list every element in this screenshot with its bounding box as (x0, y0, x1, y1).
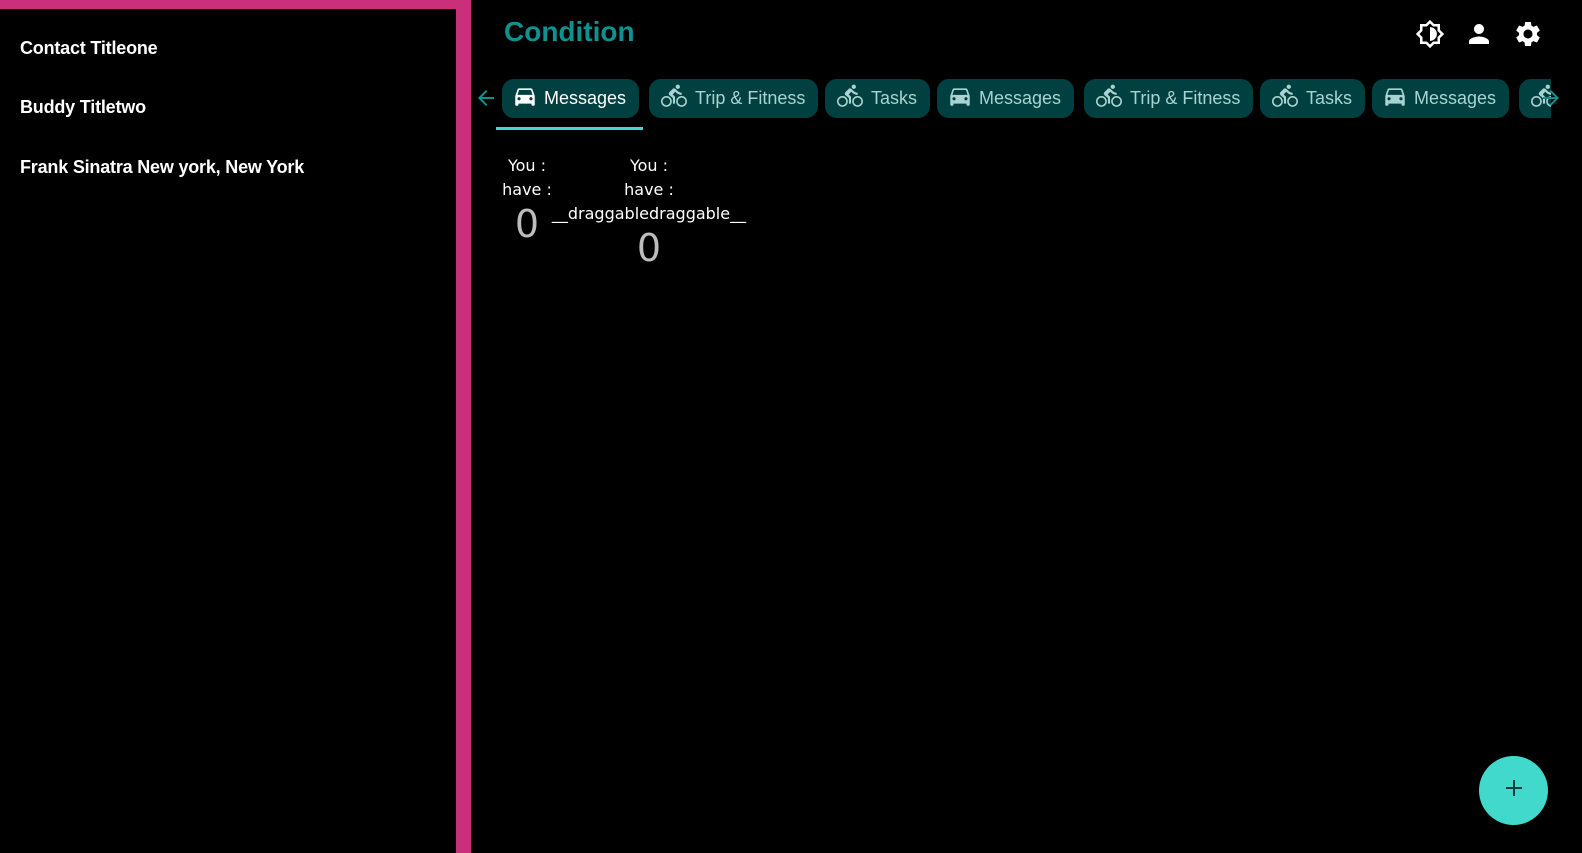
tab-label: Tasks (871, 88, 918, 108)
add-button[interactable] (1479, 756, 1548, 825)
car-icon (512, 83, 538, 114)
counter-value: 0 (636, 226, 662, 270)
contact-item-titleone[interactable]: Contact Titleone (20, 38, 158, 59)
contact-item-frank-sinatra[interactable]: Frank Sinatra New york, New York (20, 157, 304, 178)
tab-tasks-2[interactable]: Tasks (1260, 79, 1366, 118)
counter-label-you: You : (629, 156, 669, 175)
car-icon (1382, 83, 1408, 114)
tab-label: Tasks (1306, 88, 1353, 108)
bicycle-icon (659, 83, 689, 114)
tab-tasks[interactable]: Tasks (825, 79, 931, 118)
tab-trip-fitness-2[interactable]: Trip & Fitness (1084, 79, 1254, 118)
tab-bar: Messages Trip & Fitness Tasks Messages T… (471, 72, 1582, 132)
plus-icon (1502, 776, 1526, 805)
car-icon (947, 83, 973, 114)
tab-label: Trip & Fitness (695, 88, 806, 108)
counter-label-have: have : (502, 180, 552, 199)
brightness-icon[interactable] (1414, 18, 1446, 50)
active-tab-indicator (496, 127, 643, 130)
page-title: Condition (504, 16, 635, 47)
counter-value: 0 (514, 202, 540, 246)
draggable-label[interactable]: __draggabledraggable__ (549, 202, 749, 226)
counter-label-have: have : (624, 180, 674, 199)
account-icon[interactable] (1463, 18, 1495, 50)
counter-widget-2[interactable]: You : have : __draggabledraggable__ 0 (549, 154, 749, 268)
tab-label: Messages (544, 88, 627, 108)
scroll-left-arrow-icon[interactable] (474, 86, 498, 110)
bicycle-icon (1270, 83, 1300, 114)
tab-label: Messages (979, 88, 1062, 108)
tab-messages-2[interactable]: Messages (937, 79, 1075, 118)
bicycle-icon (1094, 83, 1124, 114)
tab-messages-3[interactable]: Messages (1372, 79, 1510, 118)
settings-icon[interactable] (1512, 18, 1544, 50)
counter-label-you: You : (507, 156, 547, 175)
tab-trip-fitness[interactable]: Trip & Fitness (649, 79, 819, 118)
main-panel: Condition Messages Trip & Fitness Tasks … (471, 0, 1582, 853)
contacts-sidebar: Contact Titleone Buddy Titletwo Frank Si… (0, 0, 471, 853)
tabs-viewport: Messages Trip & Fitness Tasks Messages T… (501, 72, 1551, 132)
contact-item-titletwo[interactable]: Buddy Titletwo (20, 97, 146, 118)
bicycle-icon (835, 83, 865, 114)
tab-messages[interactable]: Messages (502, 79, 640, 118)
tab-label: Messages (1414, 88, 1497, 108)
scroll-right-arrow-icon[interactable] (1539, 86, 1563, 110)
tab-label: Trip & Fitness (1130, 88, 1241, 108)
counter-widget-1: You : have : 0 (501, 154, 553, 244)
